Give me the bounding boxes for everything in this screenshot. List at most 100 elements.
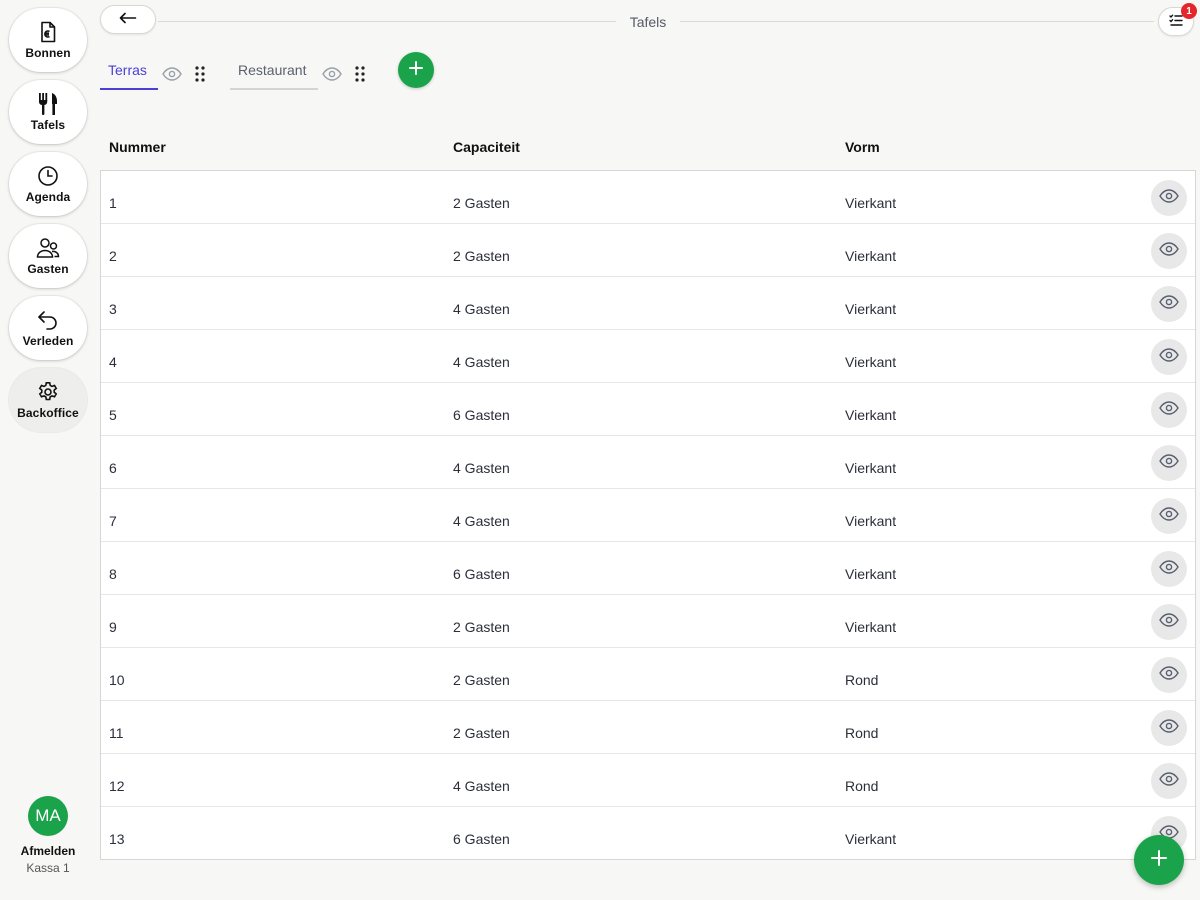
nav-gasten[interactable]: Gasten xyxy=(9,224,87,288)
eye-icon xyxy=(1159,400,1179,420)
cell-nummer: 10 xyxy=(109,672,125,688)
cell-nummer: 9 xyxy=(109,619,117,635)
table-row[interactable]: 7 4 Gasten Vierkant xyxy=(101,489,1195,542)
table-row[interactable]: 9 2 Gasten Vierkant xyxy=(101,595,1195,648)
drag-handle-icon[interactable] xyxy=(190,66,210,82)
notification-badge: 1 xyxy=(1181,3,1197,19)
view-table-button[interactable] xyxy=(1151,710,1187,746)
fork-knife-icon xyxy=(36,92,60,116)
eye-icon xyxy=(1159,506,1179,526)
table-row[interactable]: 5 6 Gasten Vierkant xyxy=(101,383,1195,436)
view-table-button[interactable] xyxy=(1151,763,1187,799)
nav-backoffice[interactable]: Backoffice xyxy=(9,368,87,432)
nav-tafels-label: Tafels xyxy=(30,118,66,132)
checklist-button[interactable]: 1 xyxy=(1158,3,1197,36)
nav-verleden-label: Verleden xyxy=(22,334,74,348)
arrow-left-icon xyxy=(119,11,137,29)
checklist-icon xyxy=(1169,13,1183,31)
table-row[interactable]: 8 6 Gasten Vierkant xyxy=(101,542,1195,595)
view-table-button[interactable] xyxy=(1151,233,1187,269)
register-label: Kassa 1 xyxy=(26,861,70,875)
cell-capaciteit: 6 Gasten xyxy=(453,831,510,847)
cell-nummer: 6 xyxy=(109,460,117,476)
cell-nummer: 12 xyxy=(109,778,125,794)
view-table-button[interactable] xyxy=(1151,339,1187,375)
cell-nummer: 2 xyxy=(109,248,117,264)
eye-icon xyxy=(1159,771,1179,791)
table-row[interactable]: 3 4 Gasten Vierkant xyxy=(101,277,1195,330)
cell-vorm: Vierkant xyxy=(845,248,897,264)
receipt-euro-icon xyxy=(36,20,60,44)
gear-icon xyxy=(36,380,60,404)
tables-list: 1 2 Gasten Vierkant 2 2 Gasten Vierkant 3 4 Gas… xyxy=(100,170,1196,860)
nav-tafels[interactable]: Tafels xyxy=(9,80,87,144)
cell-capaciteit: 4 Gasten xyxy=(453,460,510,476)
table-row[interactable]: 10 2 Gasten Rond xyxy=(101,648,1195,701)
table-row[interactable]: 11 2 Gasten Rond xyxy=(101,701,1195,754)
cell-nummer: 3 xyxy=(109,301,117,317)
eye-icon[interactable] xyxy=(162,66,182,82)
view-table-button[interactable] xyxy=(1151,551,1187,587)
nav-bonnen[interactable]: Bonnen xyxy=(9,8,87,72)
cell-capaciteit: 6 Gasten xyxy=(453,566,510,582)
logout-link[interactable]: Afmelden xyxy=(21,844,76,858)
user-panel: MA Afmelden Kassa 1 xyxy=(0,796,96,875)
eye-icon xyxy=(1159,612,1179,632)
view-table-button[interactable] xyxy=(1151,392,1187,428)
view-table-button[interactable] xyxy=(1151,445,1187,481)
cell-vorm: Vierkant xyxy=(845,301,897,317)
tab-terras-label: Terras xyxy=(108,62,147,78)
nav-gasten-label: Gasten xyxy=(27,262,69,276)
tab-restaurant[interactable]: Restaurant xyxy=(230,52,318,90)
table-row[interactable]: 1 2 Gasten Vierkant xyxy=(101,171,1195,224)
cell-capaciteit: 4 Gasten xyxy=(453,513,510,529)
column-header-capaciteit[interactable]: Capaciteit xyxy=(453,139,520,155)
eye-icon xyxy=(1159,241,1179,261)
nav-bonnen-label: Bonnen xyxy=(25,46,71,60)
view-table-button[interactable] xyxy=(1151,286,1187,322)
cell-capaciteit: 4 Gasten xyxy=(453,301,510,317)
plus-icon xyxy=(1151,849,1167,871)
add-table-button[interactable] xyxy=(1134,835,1184,885)
cell-vorm: Vierkant xyxy=(845,831,897,847)
view-table-button[interactable] xyxy=(1151,498,1187,534)
view-table-button[interactable] xyxy=(1151,657,1187,693)
tab-restaurant-label: Restaurant xyxy=(238,62,307,78)
cell-vorm: Vierkant xyxy=(845,566,897,582)
cell-capaciteit: 4 Gasten xyxy=(453,354,510,370)
nav-verleden[interactable]: Verleden xyxy=(9,296,87,360)
header: Tafels 1 xyxy=(100,3,1197,39)
back-button[interactable] xyxy=(100,5,156,34)
eye-icon xyxy=(1159,559,1179,579)
table-row[interactable]: 13 6 Gasten Vierkant xyxy=(101,807,1195,859)
cell-capaciteit: 4 Gasten xyxy=(453,778,510,794)
view-table-button[interactable] xyxy=(1151,180,1187,216)
table-row[interactable]: 2 2 Gasten Vierkant xyxy=(101,224,1195,277)
eye-icon xyxy=(1159,453,1179,473)
table-row[interactable]: 12 4 Gasten Rond xyxy=(101,754,1195,807)
cell-vorm: Vierkant xyxy=(845,195,897,211)
table-row[interactable]: 6 4 Gasten Vierkant xyxy=(101,436,1195,489)
cell-capaciteit: 6 Gasten xyxy=(453,407,510,423)
nav-agenda[interactable]: Agenda xyxy=(9,152,87,216)
area-tabs: Terras Restaurant xyxy=(100,52,500,92)
cell-vorm: Vierkant xyxy=(845,513,897,529)
add-area-button[interactable] xyxy=(398,52,434,88)
cell-vorm: Vierkant xyxy=(845,619,897,635)
cell-nummer: 13 xyxy=(109,831,125,847)
eye-icon xyxy=(1159,665,1179,685)
cell-vorm: Rond xyxy=(845,672,879,688)
view-table-button[interactable] xyxy=(1151,604,1187,640)
undo-arrow-icon xyxy=(36,308,60,332)
column-header-nummer[interactable]: Nummer xyxy=(109,139,166,155)
eye-icon[interactable] xyxy=(322,66,342,82)
table-row[interactable]: 4 4 Gasten Vierkant xyxy=(101,330,1195,383)
cell-nummer: 5 xyxy=(109,407,117,423)
column-header-vorm[interactable]: Vorm xyxy=(845,139,880,155)
tab-terras[interactable]: Terras xyxy=(100,52,158,90)
avatar[interactable]: MA xyxy=(28,796,68,836)
cell-capaciteit: 2 Gasten xyxy=(453,619,510,635)
eye-icon xyxy=(1159,294,1179,314)
drag-handle-icon[interactable] xyxy=(350,66,370,82)
header-divider-right xyxy=(680,21,1154,22)
